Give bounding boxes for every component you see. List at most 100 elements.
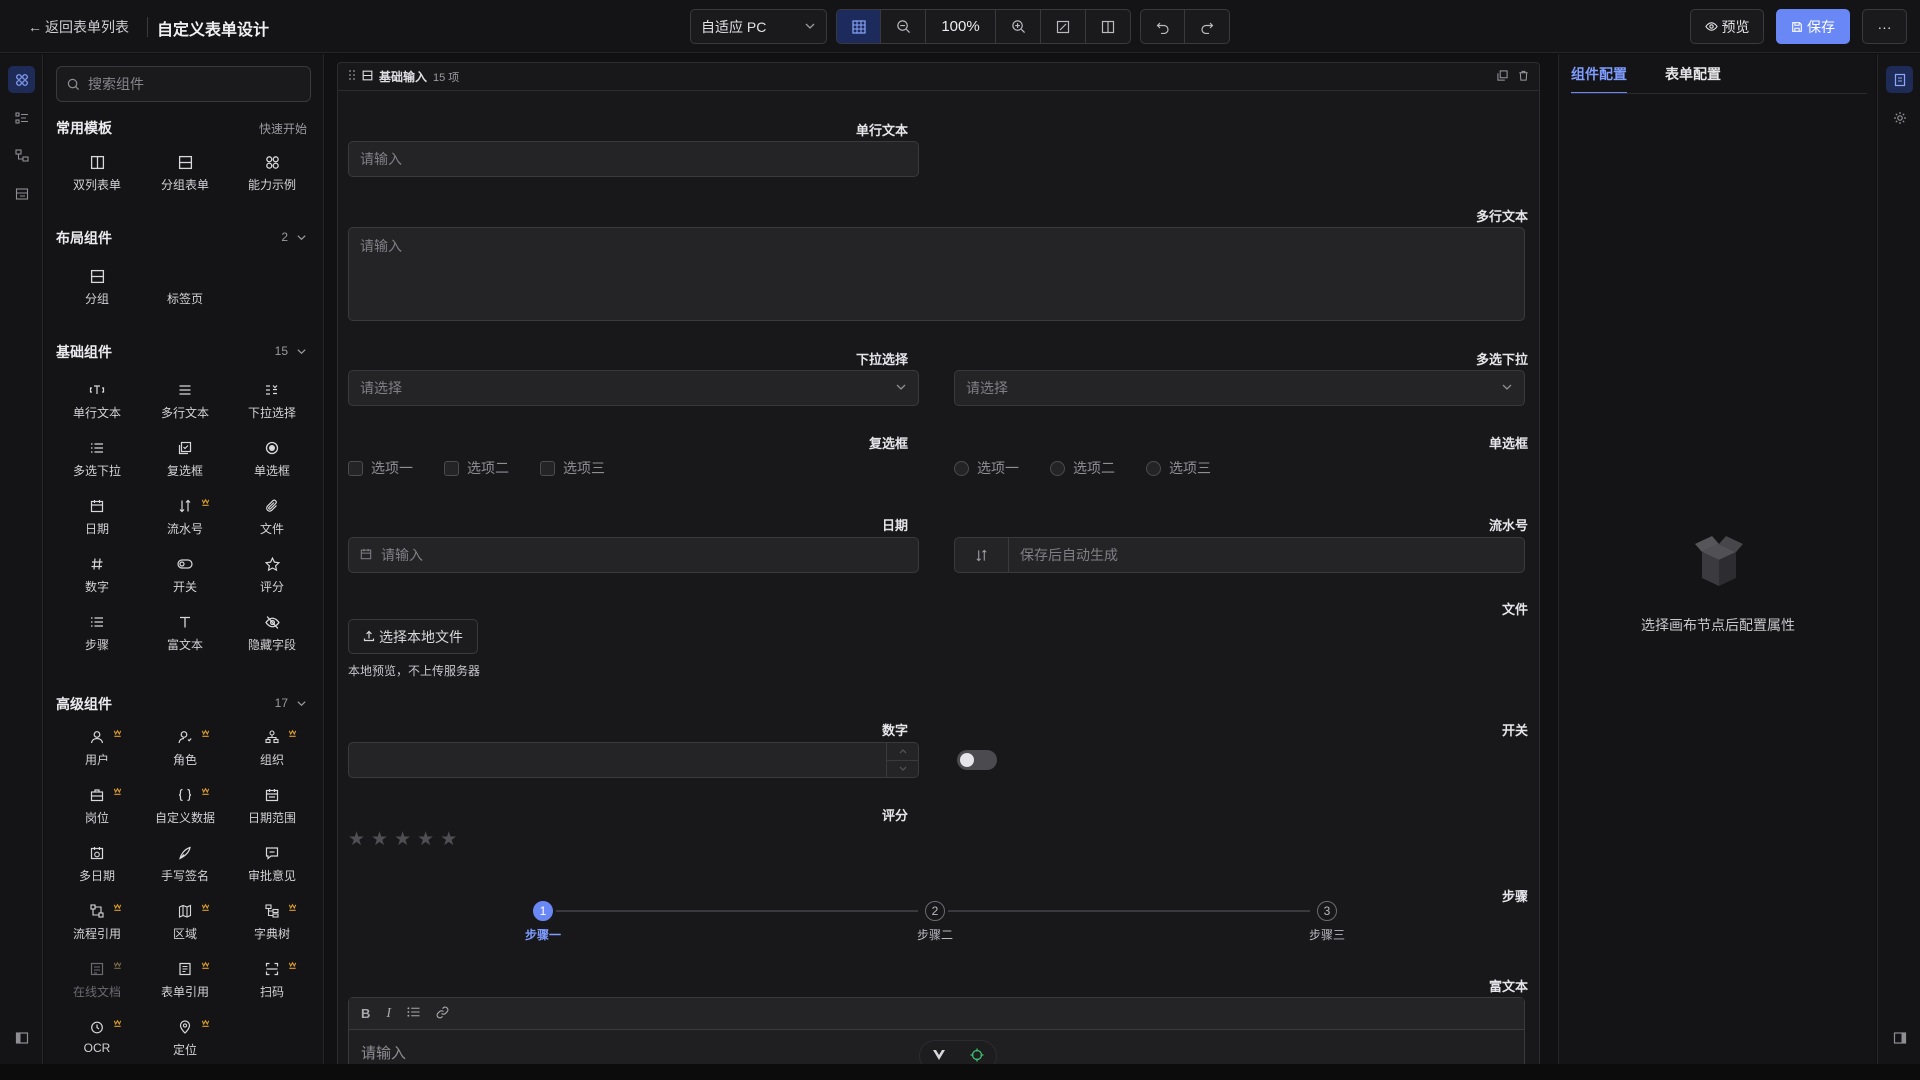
component-radio[interactable]: 单选框	[228, 439, 316, 489]
layout-section-toggle[interactable]: 2	[281, 230, 307, 244]
component-rich-text[interactable]: 富文本	[141, 613, 229, 663]
chevron-down-icon[interactable]	[887, 761, 918, 778]
star-icon[interactable]: ★	[394, 828, 411, 851]
zoom-out-button[interactable]	[881, 10, 926, 43]
component-checkbox[interactable]: 复选框	[141, 439, 229, 489]
component-multi-text[interactable]: 多行文本	[141, 381, 229, 431]
collapse-right-icon[interactable]	[1886, 1024, 1913, 1051]
device-select[interactable]: 自适应 PC	[690, 9, 827, 44]
split-view-button[interactable]	[1086, 10, 1130, 43]
component-hidden-field[interactable]: 隐藏字段	[228, 613, 316, 663]
component-group[interactable]: 分组	[53, 267, 141, 317]
gear-icon[interactable]	[1886, 104, 1913, 131]
component-search[interactable]	[56, 66, 311, 102]
step-2-dot[interactable]: 2	[925, 901, 945, 921]
more-button[interactable]: ···	[1862, 9, 1907, 44]
grid-view-button[interactable]	[837, 10, 881, 43]
drag-handle-icon[interactable]	[348, 69, 356, 84]
component-dict-tree[interactable]: 字典树	[228, 902, 316, 952]
select-input[interactable]: 请选择	[348, 370, 919, 406]
component-form-ref[interactable]: 表单引用	[141, 960, 229, 1010]
component-process-ref[interactable]: 流程引用	[53, 902, 141, 952]
number-input[interactable]	[348, 742, 919, 778]
zoom-in-button[interactable]	[996, 10, 1041, 43]
component-org[interactable]: 组织	[228, 728, 316, 778]
template-two-column[interactable]: 双列表单	[53, 153, 141, 203]
checkbox-option-3[interactable]: 选项三	[540, 458, 605, 478]
chevron-up-icon[interactable]	[887, 743, 918, 761]
component-scan[interactable]: 扫码	[228, 960, 316, 1010]
redo-button[interactable]	[1185, 10, 1229, 43]
save-button[interactable]: 保存	[1776, 9, 1850, 44]
component-tabs[interactable]: 标签页	[141, 267, 229, 317]
component-date-range[interactable]: 日期范围	[228, 786, 316, 836]
basic-section-toggle[interactable]: 15	[275, 344, 307, 358]
fit-screen-button[interactable]	[1041, 10, 1086, 43]
template-examples[interactable]: 能力示例	[228, 153, 316, 203]
component-role[interactable]: 角色	[141, 728, 229, 778]
template-grouped[interactable]: 分组表单	[141, 153, 229, 203]
component-select[interactable]: 下拉选择	[228, 381, 316, 431]
star-icon[interactable]: ★	[371, 828, 388, 851]
zoom-level[interactable]: 100%	[926, 10, 996, 43]
quick-start-link[interactable]: 快速开始	[259, 120, 307, 137]
bullet-list-icon[interactable]	[407, 1006, 420, 1021]
component-file[interactable]: 文件	[228, 497, 316, 547]
italic-icon[interactable]: I	[386, 1006, 391, 1022]
component-user[interactable]: 用户	[53, 728, 141, 778]
bold-icon[interactable]: B	[361, 1006, 370, 1021]
radio-option-1[interactable]: 选项一	[954, 458, 1019, 478]
upload-button[interactable]: 选择本地文件	[348, 619, 478, 654]
tab-component-config[interactable]: 组件配置	[1571, 64, 1627, 94]
radio-option-3[interactable]: 选项三	[1146, 458, 1211, 478]
number-stepper[interactable]	[886, 743, 918, 777]
vue-logo-icon[interactable]	[932, 1049, 946, 1064]
single-text-input[interactable]: 请输入	[348, 141, 919, 177]
tree-rail-icon[interactable]	[8, 142, 35, 169]
component-multi-select[interactable]: 多选下拉	[53, 439, 141, 489]
checkbox-option-2[interactable]: 选项二	[444, 458, 509, 478]
star-icon[interactable]: ★	[348, 828, 365, 851]
step-3-dot[interactable]: 3	[1317, 901, 1337, 921]
step-1-dot[interactable]: 1	[533, 901, 553, 921]
switch-toggle[interactable]	[957, 750, 997, 770]
component-steps[interactable]: 步骤	[53, 613, 141, 663]
date-input[interactable]: 请输入	[348, 537, 919, 573]
component-switch[interactable]: 开关	[141, 555, 229, 605]
target-icon[interactable]	[970, 1048, 984, 1065]
component-number[interactable]: 数字	[53, 555, 141, 605]
component-custom-data[interactable]: 自定义数据	[141, 786, 229, 836]
advanced-section-toggle[interactable]: 17	[275, 696, 307, 710]
collapse-left-icon[interactable]	[8, 1024, 35, 1051]
component-position[interactable]: 岗位	[53, 786, 141, 836]
components-rail-icon[interactable]	[8, 66, 35, 93]
back-to-list-link[interactable]: ← 返回表单列表	[28, 17, 129, 37]
component-single-text[interactable]: 单行文本	[53, 381, 141, 431]
component-serial[interactable]: 流水号	[141, 497, 229, 547]
checkbox-option-1[interactable]: 选项一	[348, 458, 413, 478]
component-location[interactable]: 定位	[141, 1018, 229, 1064]
outline-rail-icon[interactable]	[8, 104, 35, 131]
multi-text-input[interactable]: 请输入	[348, 227, 1525, 321]
properties-rail-icon[interactable]	[1886, 66, 1913, 93]
component-approval[interactable]: 审批意见	[228, 844, 316, 894]
trash-icon[interactable]	[1518, 70, 1529, 84]
multi-select-input[interactable]: 请选择	[954, 370, 1525, 406]
component-signature[interactable]: 手写签名	[141, 844, 229, 894]
undo-button[interactable]	[1141, 10, 1185, 43]
component-ocr[interactable]: OCR	[53, 1018, 141, 1064]
component-region[interactable]: 区域	[141, 902, 229, 952]
rate-stars[interactable]: ★ ★ ★ ★ ★	[348, 828, 457, 851]
star-icon[interactable]: ★	[440, 828, 457, 851]
copy-icon[interactable]	[1497, 69, 1508, 84]
component-date[interactable]: 日期	[53, 497, 141, 547]
component-rate[interactable]: 评分	[228, 555, 316, 605]
link-icon[interactable]	[436, 1006, 449, 1022]
preview-button[interactable]: 预览	[1690, 9, 1764, 44]
group-basic-input[interactable]: 基础输入 15 项 单行文本 请输入 多行文本 请输入 下拉选择 请选择 多选下…	[337, 62, 1540, 1072]
data-rail-icon[interactable]	[8, 180, 35, 207]
radio-option-2[interactable]: 选项二	[1050, 458, 1115, 478]
component-multi-date[interactable]: 多日期	[53, 844, 141, 894]
star-icon[interactable]: ★	[417, 828, 434, 851]
search-input[interactable]	[88, 76, 288, 92]
